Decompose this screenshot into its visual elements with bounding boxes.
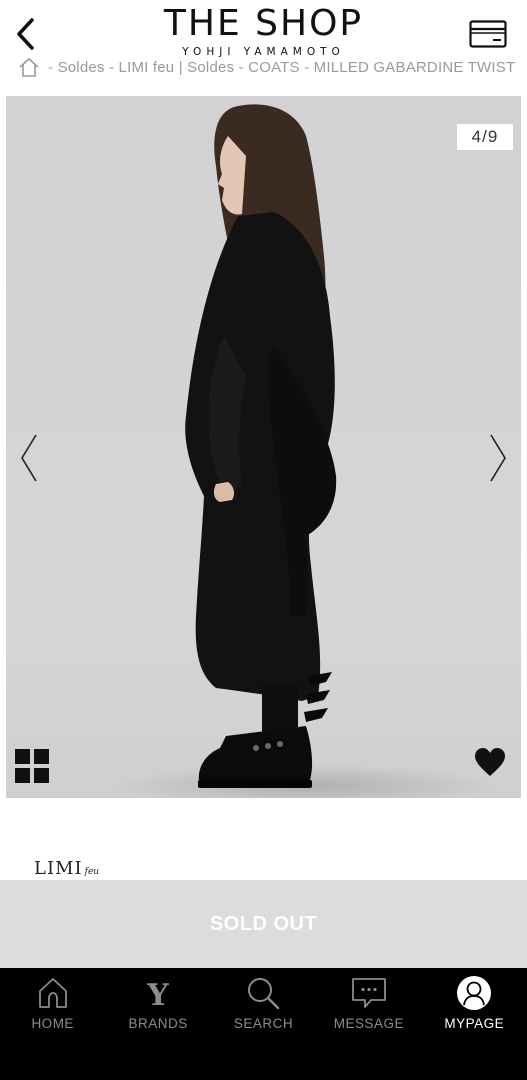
tab-home[interactable]: HOME: [0, 968, 105, 1080]
tab-label-home: HOME: [31, 1016, 74, 1031]
heart-icon[interactable]: [473, 746, 507, 778]
shop-logo[interactable]: THE SHOP YOHJI YAMAMOTO: [0, 3, 527, 59]
sold-out-button[interactable]: SOLD OUT: [0, 880, 527, 968]
previous-image-arrow-icon[interactable]: [16, 431, 40, 485]
brand-name: LIMI: [34, 858, 83, 879]
user-icon: [457, 976, 492, 1010]
tab-label-search: SEARCH: [233, 1016, 294, 1031]
grid-view-icon[interactable]: [15, 749, 49, 783]
brand-logo[interactable]: LIMI feu: [34, 858, 99, 879]
tab-label-mypage: MYPAGE: [444, 1016, 505, 1031]
next-image-arrow-icon[interactable]: [487, 431, 511, 485]
bottom-tab-bar: HOME Y BRANDS SEARCH MESSAGE MYPAGE: [0, 968, 527, 1080]
search-icon: [248, 978, 280, 1010]
product-photo: [6, 96, 521, 798]
credit-card-icon: [469, 20, 507, 48]
home-crumb-icon[interactable]: [18, 56, 40, 78]
image-counter: 4/9: [457, 124, 513, 150]
card-button[interactable]: [469, 20, 507, 48]
tab-mypage[interactable]: MYPAGE: [422, 968, 527, 1080]
message-icon: [351, 978, 386, 1008]
home-icon: [38, 978, 67, 1008]
brands-y-icon: Y: [146, 978, 169, 1010]
logo-title: THE SHOP: [163, 3, 364, 44]
tab-message[interactable]: MESSAGE: [316, 968, 421, 1080]
tab-search[interactable]: SEARCH: [211, 968, 316, 1080]
breadcrumb-path[interactable]: - Soldes - LIMI feu | Soldes - COATS - M…: [48, 59, 515, 76]
tab-brands[interactable]: Y BRANDS: [105, 968, 210, 1080]
product-image-gallery[interactable]: 4/9: [6, 96, 521, 798]
tab-label-brands: BRANDS: [128, 1016, 188, 1031]
svg-text:Y: Y: [146, 978, 169, 1010]
breadcrumb: - Soldes - LIMI feu | Soldes - COATS - M…: [0, 54, 527, 80]
tab-label-message: MESSAGE: [333, 1016, 404, 1031]
app-header: THE SHOP YOHJI YAMAMOTO: [0, 0, 527, 62]
brand-suffix: feu: [84, 867, 100, 877]
